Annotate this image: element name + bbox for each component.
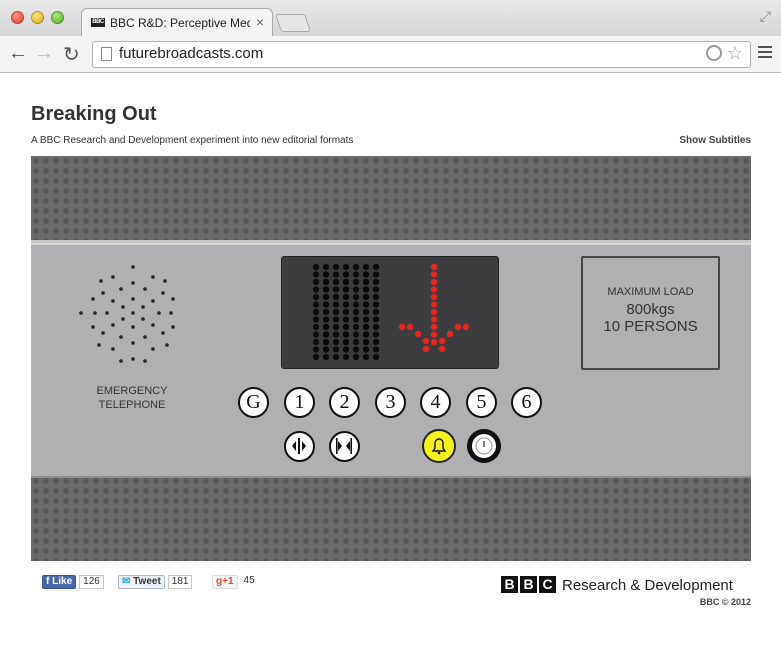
address-bar[interactable]: futurebroadcasts.com ☆ <box>92 41 751 68</box>
bbc-logo-letter: B <box>501 576 518 593</box>
dot-matrix-grid <box>312 263 380 361</box>
bbc-logo-letter: C <box>539 576 556 593</box>
reload-button[interactable]: ↻ <box>63 42 80 67</box>
floor-button-3[interactable]: 3 <box>375 387 406 418</box>
browser-titlebar: BBC BBC R&D: Perceptive Media × ⤢ <box>0 0 781 38</box>
url-text[interactable]: futurebroadcasts.com <box>119 45 263 62</box>
door-open-icon <box>292 438 306 454</box>
browser-toolbar: ← → ↻ futurebroadcasts.com ☆ <box>0 36 781 73</box>
floor-button-2[interactable]: 2 <box>329 387 360 418</box>
load-persons: 10 PERSONS <box>603 318 698 335</box>
facebook-like-widget[interactable]: f Like 126 <box>42 575 104 589</box>
page-title: Breaking Out <box>31 103 157 125</box>
back-button[interactable]: ← <box>8 42 28 65</box>
load-title: MAXIMUM LOAD <box>607 286 694 298</box>
tab-title: BBC R&D: Perceptive Media <box>110 16 250 30</box>
plusone-button[interactable]: g+1 <box>212 575 238 589</box>
facebook-icon: f <box>46 576 50 587</box>
like-count: 126 <box>79 575 104 589</box>
emergency-label-line-2: TELEPHONE <box>98 399 166 411</box>
bbc-logo[interactable]: BBC <box>501 576 558 594</box>
zoom-window-button[interactable] <box>51 11 64 24</box>
like-label: Like <box>52 576 73 587</box>
close-window-button[interactable] <box>11 11 24 24</box>
alarm-button[interactable] <box>422 429 456 463</box>
menu-icon[interactable] <box>758 46 772 61</box>
floor-button-4[interactable]: 4 <box>420 387 451 418</box>
elevator-scene[interactable]: EMERGENCY TELEPHONE MAXIMUM LOAD 800kgs … <box>31 156 751 561</box>
tweet-count: 181 <box>167 575 193 589</box>
emergency-label-line-1: EMERGENCY <box>96 385 168 397</box>
bell-icon <box>431 438 447 455</box>
google-plusone-widget[interactable]: g+1 45 <box>212 575 258 589</box>
speaker-grille <box>79 265 175 363</box>
maximum-load-sign: MAXIMUM LOAD 800kgs 10 PERSONS <box>581 256 720 370</box>
bbc-favicon-icon: BBC <box>91 18 105 27</box>
door-close-button[interactable] <box>329 431 360 462</box>
floor-button-5[interactable]: 5 <box>466 387 497 418</box>
browser-tab[interactable]: BBC BBC R&D: Perceptive Media × <box>81 8 273 38</box>
page-icon <box>101 47 112 61</box>
emergency-telephone-label: EMERGENCY TELEPHONE <box>93 384 171 412</box>
new-tab-button[interactable] <box>275 14 311 32</box>
load-weight: 800kgs <box>626 301 675 318</box>
tab-close-icon[interactable]: × <box>256 14 264 30</box>
tweet-button[interactable]: ✉ Tweet <box>118 575 165 589</box>
bbc-logo-letter: B <box>520 576 537 593</box>
tweet-widget[interactable]: ✉ Tweet 181 <box>118 575 193 589</box>
door-close-icon <box>336 438 352 454</box>
plusone-label: +1 <box>222 576 234 587</box>
location-target-icon[interactable] <box>706 45 722 61</box>
floor-indicator-display <box>281 256 499 369</box>
minimize-window-button[interactable] <box>31 11 44 24</box>
bookmark-star-icon[interactable]: ☆ <box>727 43 743 64</box>
key-icon <box>475 437 493 455</box>
floor-button-1[interactable]: 1 <box>284 387 315 418</box>
forward-button[interactable]: → <box>34 42 54 65</box>
show-subtitles-link[interactable]: Show Subtitles <box>679 135 751 146</box>
door-open-button[interactable] <box>284 431 315 462</box>
tweet-label: Tweet <box>133 576 161 587</box>
research-development-title: Research & Development <box>562 577 733 594</box>
twitter-bird-icon: ✉ <box>122 576 131 587</box>
floor-button-g[interactable]: G <box>238 387 269 418</box>
key-switch-button[interactable] <box>467 429 501 463</box>
plusone-count: 45 <box>240 575 258 587</box>
copyright-text: BBC © 2012 <box>699 597 751 607</box>
page-subtitle: A BBC Research and Development experimen… <box>31 135 354 146</box>
down-arrow-icon <box>398 263 470 353</box>
fullscreen-icon[interactable]: ⤢ <box>760 8 771 25</box>
facebook-like-button[interactable]: f Like <box>42 575 77 589</box>
floor-button-6[interactable]: 6 <box>511 387 542 418</box>
